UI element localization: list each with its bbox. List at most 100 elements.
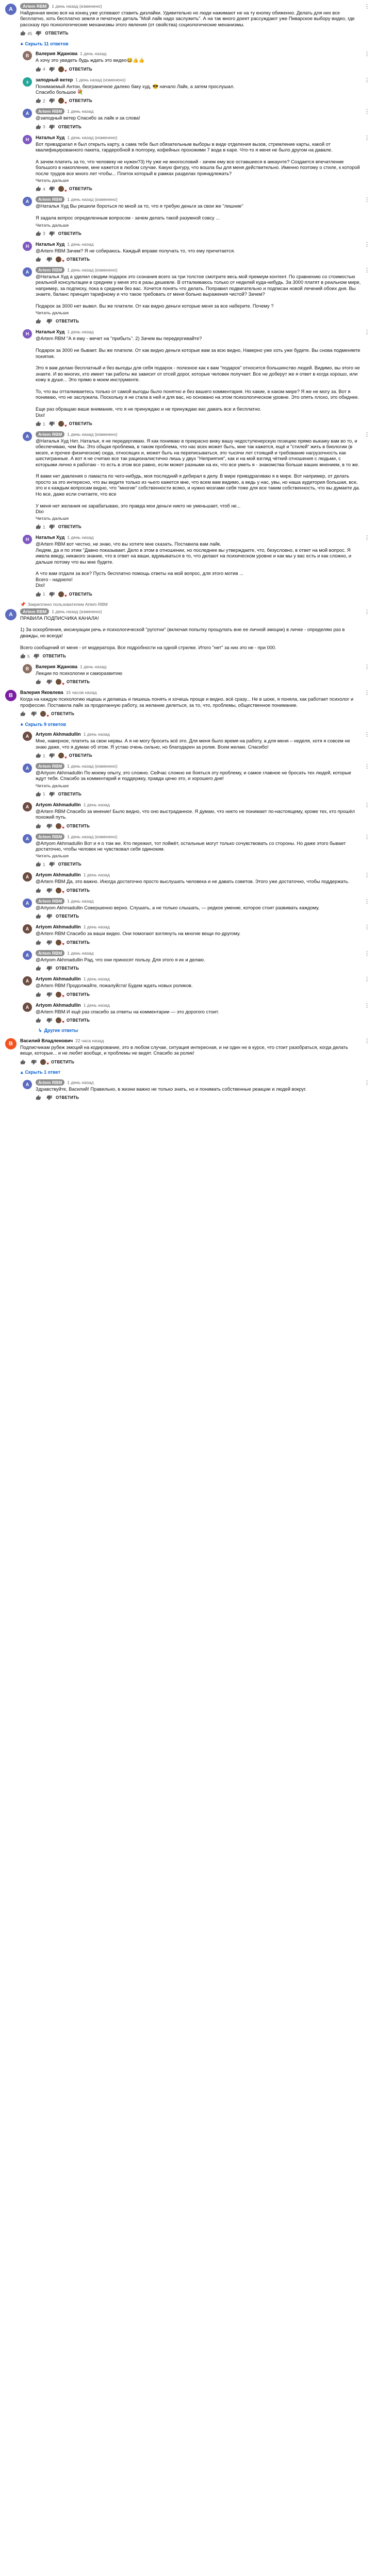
more-options-icon[interactable]: ⋮	[364, 197, 370, 203]
avatar[interactable]: A	[23, 197, 32, 207]
more-options-icon[interactable]: ⋮	[364, 764, 370, 770]
reply-button[interactable]: ОТВЕТИТЬ	[67, 824, 90, 828]
comment-author[interactable]: Artyom Akhmadullin	[36, 802, 81, 808]
comment-author[interactable]: Artem RBM	[36, 431, 65, 438]
more-options-icon[interactable]: ⋮	[364, 135, 370, 141]
like-button[interactable]: 4	[36, 66, 45, 72]
avatar[interactable]: Н	[23, 535, 32, 545]
comment-time[interactable]: 1 день назад	[84, 976, 110, 982]
reply-button[interactable]: ОТВЕТИТЬ	[69, 592, 92, 597]
dislike-button[interactable]	[46, 679, 52, 685]
avatar[interactable]: A	[23, 764, 32, 773]
reply-button[interactable]: ОТВЕТИТЬ	[43, 654, 66, 658]
more-options-icon[interactable]: ⋮	[364, 873, 370, 878]
comment-author[interactable]: Artem RBM	[36, 108, 65, 115]
reply-button[interactable]: ОТВЕТИТЬ	[67, 940, 90, 945]
dislike-button[interactable]	[49, 591, 55, 597]
like-button[interactable]	[36, 318, 43, 324]
dislike-button[interactable]	[46, 257, 52, 262]
reply-button[interactable]: ОТВЕТИТЬ	[51, 1060, 74, 1064]
avatar[interactable]: Н	[23, 329, 32, 339]
dislike-button[interactable]	[46, 1095, 52, 1100]
avatar[interactable]: В	[5, 1038, 17, 1049]
reply-button[interactable]: ОТВЕТИТЬ	[67, 1018, 90, 1023]
comment-author[interactable]: Artem RBM	[20, 3, 50, 9]
comment-time[interactable]: 1 день назад	[84, 731, 110, 737]
more-options-icon[interactable]: ⋮	[364, 732, 370, 738]
more-options-icon[interactable]: ⋮	[364, 77, 370, 83]
more-options-icon[interactable]: ⋮	[364, 1038, 370, 1044]
dislike-button[interactable]	[49, 186, 55, 192]
dislike-button[interactable]	[49, 753, 55, 758]
avatar[interactable]: A	[23, 1002, 32, 1012]
comment-time[interactable]: 1 день назад	[67, 108, 93, 114]
more-options-icon[interactable]: ⋮	[364, 535, 370, 541]
comment-time[interactable]: 1 день назад (изменено)	[75, 77, 125, 83]
avatar[interactable]: A	[23, 924, 32, 934]
comment-author[interactable]: Artyom Akhmadullin	[36, 731, 81, 737]
comment-author[interactable]: Наталья Худ	[36, 134, 64, 141]
dislike-button[interactable]	[46, 913, 52, 919]
comment-author[interactable]: Artyom Akhmadullin	[36, 872, 81, 878]
comment-time[interactable]: 1 день назад	[67, 1079, 93, 1086]
avatar[interactable]: В	[5, 690, 17, 702]
reply-button[interactable]: ОТВЕТИТЬ	[67, 680, 90, 684]
comment-time[interactable]: 1 день назад	[84, 872, 110, 878]
like-button[interactable]	[36, 1095, 43, 1100]
reply-button[interactable]: ОТВЕТИТЬ	[67, 992, 90, 997]
like-button[interactable]: 1	[36, 421, 45, 427]
comment-time[interactable]: 1 день назад	[84, 802, 110, 808]
avatar[interactable]: A	[23, 802, 32, 811]
comment-time[interactable]: 1 день назад (изменено)	[67, 834, 117, 840]
comment-author[interactable]: Василий Владленович	[20, 1038, 73, 1044]
comment-time[interactable]: 1 день назад	[80, 50, 106, 57]
comment-time[interactable]: 1 день назад (изменено)	[52, 608, 102, 615]
avatar[interactable]: В	[23, 51, 32, 61]
read-more-link[interactable]: Читать дальше	[36, 223, 69, 228]
avatar[interactable]: В	[23, 664, 32, 673]
reply-button[interactable]: ОТВЕТИТЬ	[56, 914, 79, 919]
dislike-button[interactable]	[49, 861, 55, 868]
like-button[interactable]: 4	[36, 186, 45, 192]
comment-author[interactable]: Artem RBM	[36, 196, 65, 203]
more-replies-toggle[interactable]: ↳ Другие ответы	[38, 1028, 371, 1033]
dislike-button[interactable]	[46, 940, 52, 945]
reply-button[interactable]: ОТВЕТИТЬ	[58, 862, 81, 867]
like-button[interactable]: 1	[36, 591, 45, 597]
reply-button[interactable]: ОТВЕТИТЬ	[56, 1095, 79, 1100]
read-more-link[interactable]: Читать дальше	[36, 783, 69, 788]
more-options-icon[interactable]: ⋮	[364, 834, 370, 840]
comment-time[interactable]: 1 день назад (изменено)	[52, 3, 102, 9]
like-button[interactable]	[36, 940, 43, 945]
hide-replies-toggle[interactable]: ▴ Скрыть 9 ответов	[21, 721, 371, 727]
dislike-button[interactable]	[46, 1018, 52, 1023]
like-button[interactable]: 3	[36, 124, 45, 130]
dislike-button[interactable]	[49, 98, 55, 104]
comment-time[interactable]: 1 день назад (изменено)	[67, 134, 117, 141]
more-options-icon[interactable]: ⋮	[364, 432, 370, 438]
comment-author[interactable]: Валерия Жданова	[36, 664, 77, 670]
like-button[interactable]: 3	[36, 230, 45, 236]
like-button[interactable]: 5	[20, 653, 30, 659]
comment-author[interactable]: Artyom Akhmadullin	[36, 924, 81, 930]
like-button[interactable]	[20, 1059, 27, 1065]
comment-time[interactable]: 1 день назад	[67, 898, 93, 904]
comment-author[interactable]: Artem RBM	[36, 1079, 65, 1086]
like-button[interactable]	[36, 823, 43, 829]
like-button[interactable]: 1	[36, 753, 45, 758]
reply-button[interactable]: ОТВЕТИТЬ	[56, 319, 79, 324]
dislike-button[interactable]	[46, 318, 52, 324]
avatar[interactable]: A	[23, 267, 32, 277]
more-options-icon[interactable]: ⋮	[364, 802, 370, 808]
comment-author[interactable]: Artem RBM	[20, 608, 50, 615]
more-options-icon[interactable]: ⋮	[364, 109, 370, 115]
more-options-icon[interactable]: ⋮	[364, 665, 370, 670]
reply-button[interactable]: ОТВЕТИТЬ	[67, 888, 90, 893]
comment-time[interactable]: 15 часов назад	[66, 689, 97, 696]
more-options-icon[interactable]: ⋮	[364, 267, 370, 273]
dislike-button[interactable]	[49, 524, 55, 530]
like-button[interactable]	[36, 1018, 43, 1023]
comment-time[interactable]: 1 день назад	[67, 534, 93, 540]
comment-author[interactable]: Наталья Худ	[36, 241, 64, 247]
comment-author[interactable]: Artyom Akhmadullin	[36, 1002, 81, 1008]
